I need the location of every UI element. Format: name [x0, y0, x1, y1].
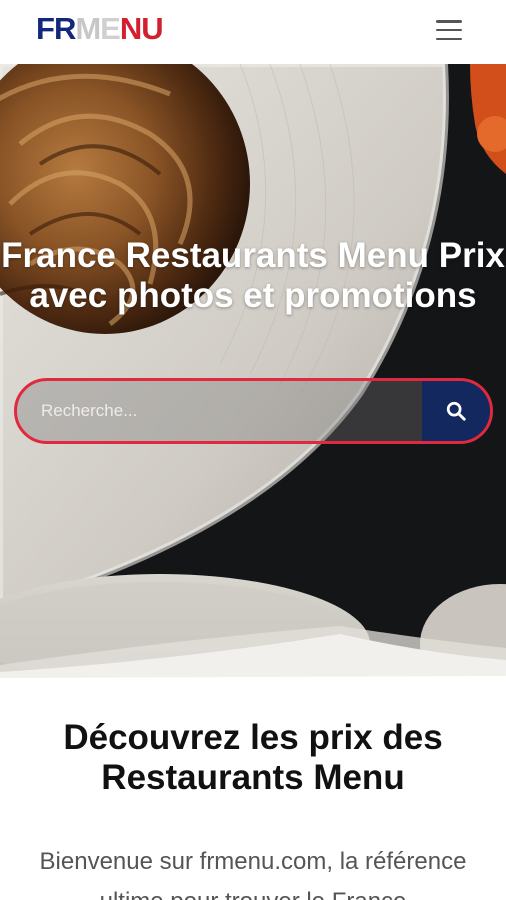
- main-content: Découvrez les prix des Restaurants Menu …: [0, 680, 506, 900]
- menu-bar: [436, 37, 462, 40]
- logo-letter: F: [36, 10, 55, 46]
- hero-title: France Restaurants Menu Prix avec photos…: [1, 236, 505, 315]
- logo-letter: M: [75, 10, 101, 46]
- search-form: [14, 378, 493, 444]
- site-logo[interactable]: FRMENU: [36, 10, 164, 46]
- menu-bar: [436, 28, 462, 32]
- hamburger-icon[interactable]: [436, 20, 462, 40]
- page: FRMENU France Restaurants Menu Prix avec…: [0, 0, 506, 900]
- logo-letter: E: [100, 10, 121, 46]
- logo-letter: N: [119, 10, 142, 46]
- hero-food-photo: [0, 64, 506, 680]
- logo-letter: R: [53, 10, 76, 46]
- menu-bar: [436, 20, 462, 23]
- search-icon: [446, 401, 466, 421]
- intro-text: Bienvenue sur frmenu.com, la référence u…: [39, 848, 467, 900]
- hero-banner: France Restaurants Menu Prix avec photos…: [0, 64, 506, 680]
- search-button[interactable]: [422, 381, 490, 441]
- hero-wave-divider: [0, 626, 506, 682]
- site-header: FRMENU: [0, 0, 506, 64]
- search-input[interactable]: [17, 381, 422, 441]
- section-title: Découvrez les prix des Restaurants Menu: [63, 718, 443, 797]
- logo-letter: U: [141, 10, 163, 46]
